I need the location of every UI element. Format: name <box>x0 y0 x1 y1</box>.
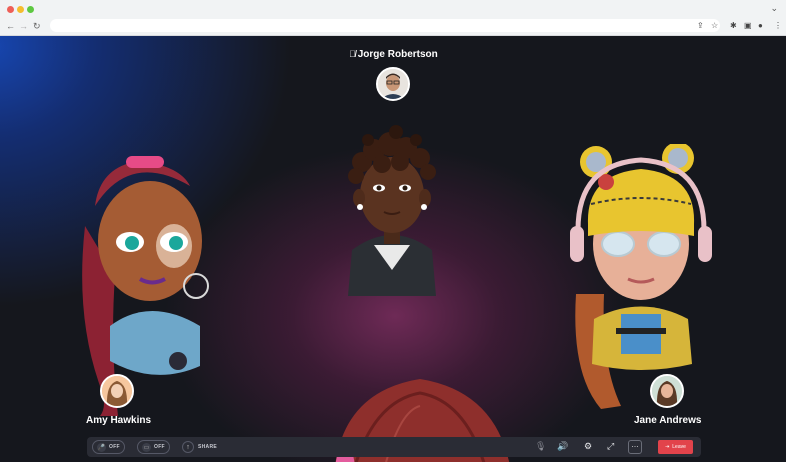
bookmark-star-icon[interactable]: ☆ <box>711 21 718 30</box>
share-button[interactable]: ↑ SHARE <box>182 440 217 454</box>
jane-andrews-profile-photo[interactable] <box>650 374 684 408</box>
amy-hawkins-profile-photo[interactable] <box>100 374 134 408</box>
address-bar[interactable] <box>50 19 720 32</box>
more-options-button[interactable]: ⋯ <box>628 440 642 454</box>
participant-name-jane: Jane Andrews <box>634 415 702 426</box>
leave-button[interactable]: ⇥ Leave <box>658 440 693 454</box>
host-name-label: 🎙̸ Jorge Robertson <box>349 49 438 60</box>
settings-gear-icon[interactable]: ⚙ <box>584 441 592 452</box>
reload-button[interactable]: ↻ <box>33 22 41 31</box>
back-button[interactable]: ← <box>6 22 15 31</box>
host-3d-avatar <box>348 125 436 296</box>
arrow-up-icon: ↑ <box>182 441 194 453</box>
host-profile-photo[interactable] <box>376 67 410 101</box>
browser-menu-icon[interactable]: ⋮ <box>774 21 782 30</box>
tab-list-chevron-icon[interactable]: ⌄ <box>770 3 778 14</box>
exit-icon: ⇥ <box>665 444 670 450</box>
camera-toggle[interactable]: ▭ OFF <box>137 440 170 454</box>
meeting-stage: 🎙̸ Jorge Robertson Amy Hawkins Jane Andr… <box>0 36 786 462</box>
host-photo-icon <box>378 69 408 99</box>
amy-hawkins-3d-avatar <box>82 156 209 416</box>
fullscreen-icon[interactable]: ⤢ <box>607 441 614 452</box>
mic-toggle[interactable]: 🎤 OFF <box>92 440 125 454</box>
close-window-button[interactable] <box>7 6 14 13</box>
sidebar-icon[interactable]: ▣ <box>744 21 752 30</box>
mic-off-icon: 🎙̸ <box>349 49 356 59</box>
extensions-icon[interactable]: ✱ <box>730 21 737 30</box>
share-page-icon[interactable]: ⇪ <box>697 21 704 30</box>
maximize-window-button[interactable] <box>27 6 34 13</box>
minimize-window-button[interactable] <box>17 6 24 13</box>
amy-photo-icon <box>102 376 132 406</box>
mic-muted-icon[interactable]: 🎙 <box>535 441 546 452</box>
volume-icon[interactable]: 🔊 <box>557 441 568 452</box>
jane-andrews-3d-avatar <box>570 144 712 409</box>
forward-button[interactable]: → <box>19 22 28 31</box>
browser-chrome: ⌄ ← → ↻ ⇪ ☆ ✱ ▣ ● ⋮ <box>0 0 786 36</box>
profile-icon[interactable]: ● <box>758 21 763 30</box>
jane-photo-icon <box>652 376 682 406</box>
call-control-bar: 🎤 OFF ▭ OFF ↑ SHARE 🎙 🔊 ⚙ ⤢ ⋯ ⇥ Leave <box>87 437 701 457</box>
camera-icon: ▭ <box>142 442 151 452</box>
participant-name-amy: Amy Hawkins <box>86 415 152 426</box>
mic-icon: 🎤 <box>97 442 106 452</box>
